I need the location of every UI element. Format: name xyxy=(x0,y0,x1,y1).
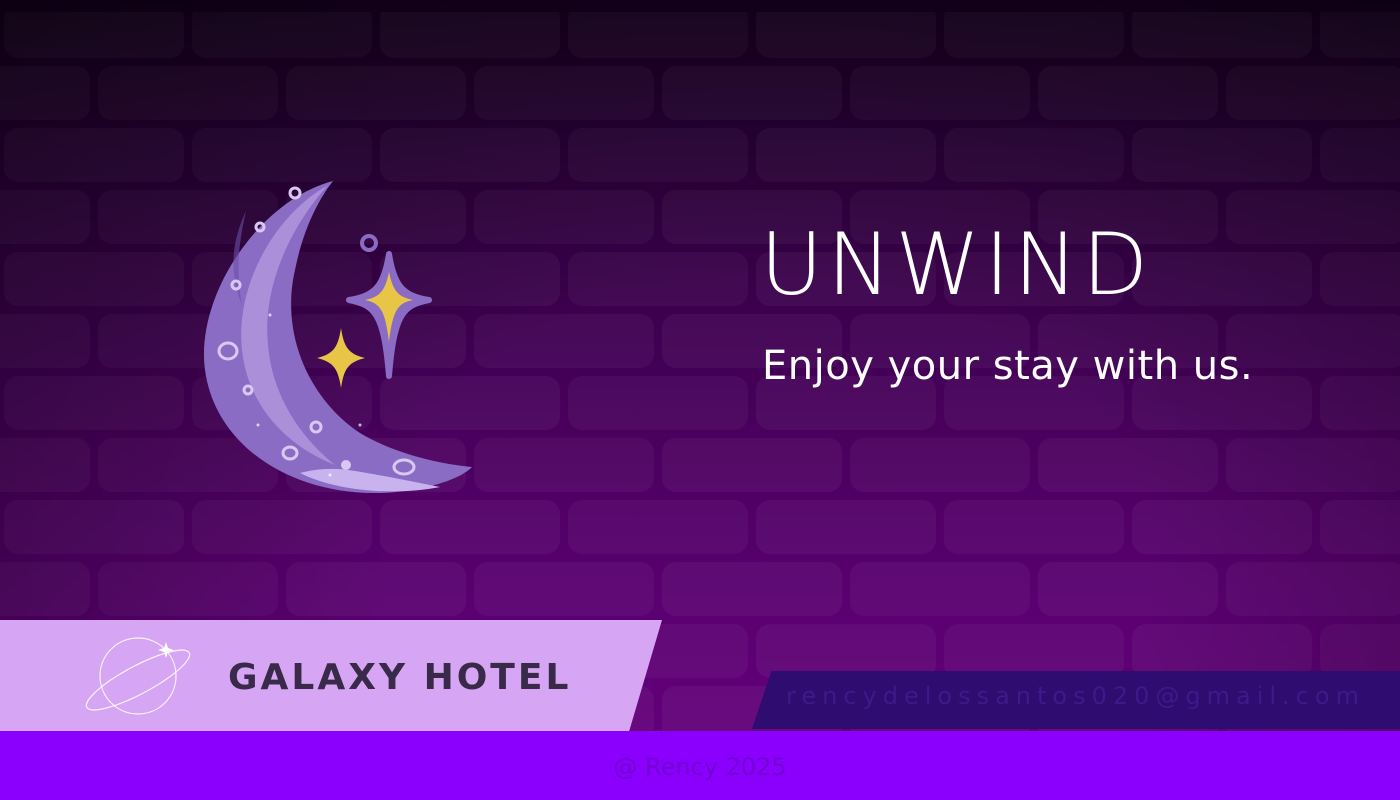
headline: UNWIND xyxy=(760,215,1153,315)
footer-bar: @ Rency 2025 xyxy=(0,731,1400,800)
contact-email[interactable]: rencydelossantos020@gmail.com xyxy=(786,684,1365,708)
circle-dot-icon xyxy=(360,234,378,252)
copyright-text: @ Rency 2025 xyxy=(613,753,787,781)
brand-banner: GALAXY HOTEL xyxy=(0,620,662,732)
hotel-name: GALAXY HOTEL xyxy=(228,657,572,698)
sparkle-icon xyxy=(317,328,365,388)
planet-logo-icon xyxy=(85,637,191,715)
tagline: Enjoy your stay with us. xyxy=(762,343,1254,389)
hotel-landing-page: UNWIND Enjoy your stay with us. GALAXY H… xyxy=(0,0,1400,800)
